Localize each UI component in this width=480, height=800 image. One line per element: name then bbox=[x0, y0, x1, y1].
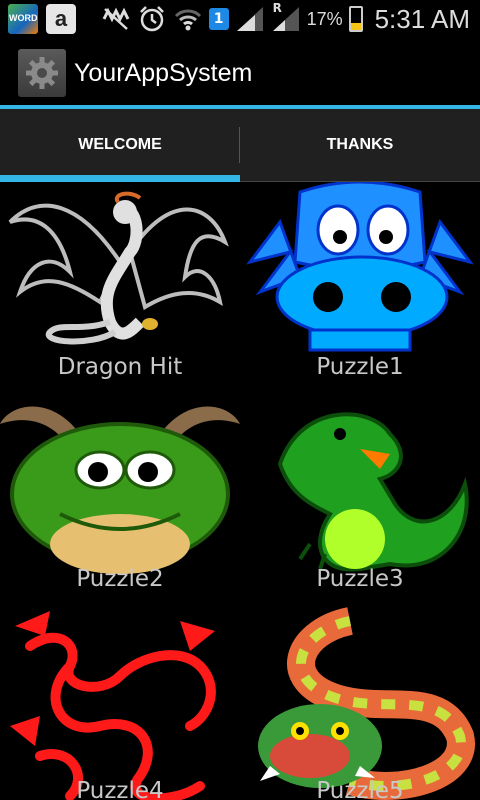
word-badge-text: WORD bbox=[9, 13, 38, 23]
wifi-icon bbox=[173, 5, 203, 33]
game-tile-puzzle2[interactable]: Puzzle2 bbox=[0, 394, 240, 606]
game-tile-puzzle3[interactable]: Puzzle3 bbox=[240, 394, 480, 606]
selected-tab-indicator bbox=[0, 175, 240, 182]
word-game-icon: WORD bbox=[8, 4, 38, 34]
game-label: Puzzle5 bbox=[316, 778, 404, 800]
roaming-signal-icon: R bbox=[271, 1, 301, 33]
sim-1-icon: 1 bbox=[208, 8, 229, 30]
battery-icon bbox=[348, 6, 363, 32]
tab-welcome[interactable]: WELCOME bbox=[0, 109, 240, 182]
action-bar: YourAppSystem bbox=[0, 38, 480, 108]
tab-welcome-label: WELCOME bbox=[78, 136, 162, 153]
red-chinese-dragon-image bbox=[10, 611, 216, 800]
tab-thanks-label: THANKS bbox=[326, 136, 394, 153]
signal-icon bbox=[235, 5, 265, 33]
roaming-letter: R bbox=[272, 1, 282, 15]
game-tile-puzzle4[interactable]: Puzzle4 bbox=[0, 606, 240, 800]
amazon-letter: a bbox=[54, 6, 68, 31]
sim-number: 1 bbox=[213, 11, 224, 27]
game-label: Puzzle2 bbox=[76, 566, 164, 592]
game-label: Puzzle3 bbox=[316, 566, 404, 592]
gear-icon[interactable] bbox=[18, 49, 66, 97]
battery-percent: 17% bbox=[306, 8, 343, 29]
game-label: Puzzle1 bbox=[316, 354, 404, 380]
game-tile-puzzle1[interactable]: Puzzle1 bbox=[240, 182, 480, 394]
app-title: YourAppSystem bbox=[74, 58, 253, 87]
colorful-serpent-image bbox=[258, 607, 475, 800]
status-bar: WORD a 1 R 17% 5:31 AM bbox=[0, 0, 480, 38]
game-label: Puzzle4 bbox=[76, 778, 164, 800]
amazon-icon: a bbox=[46, 4, 76, 34]
game-tile-dragon-hit[interactable]: Dragon Hit bbox=[0, 182, 240, 394]
tab-bar: WELCOME THANKS bbox=[0, 109, 480, 182]
clock: 5:31 AM bbox=[374, 3, 470, 34]
alarm-icon bbox=[137, 5, 167, 33]
sync-off-icon bbox=[101, 5, 131, 33]
tab-thanks[interactable]: THANKS bbox=[240, 109, 480, 181]
game-label: Dragon Hit bbox=[57, 354, 183, 380]
game-grid: Dragon Hit Puzzle1 Puzzle2 Puzzle3 Puzzl… bbox=[0, 182, 480, 800]
game-tile-puzzle5[interactable]: Puzzle5 bbox=[240, 606, 480, 800]
